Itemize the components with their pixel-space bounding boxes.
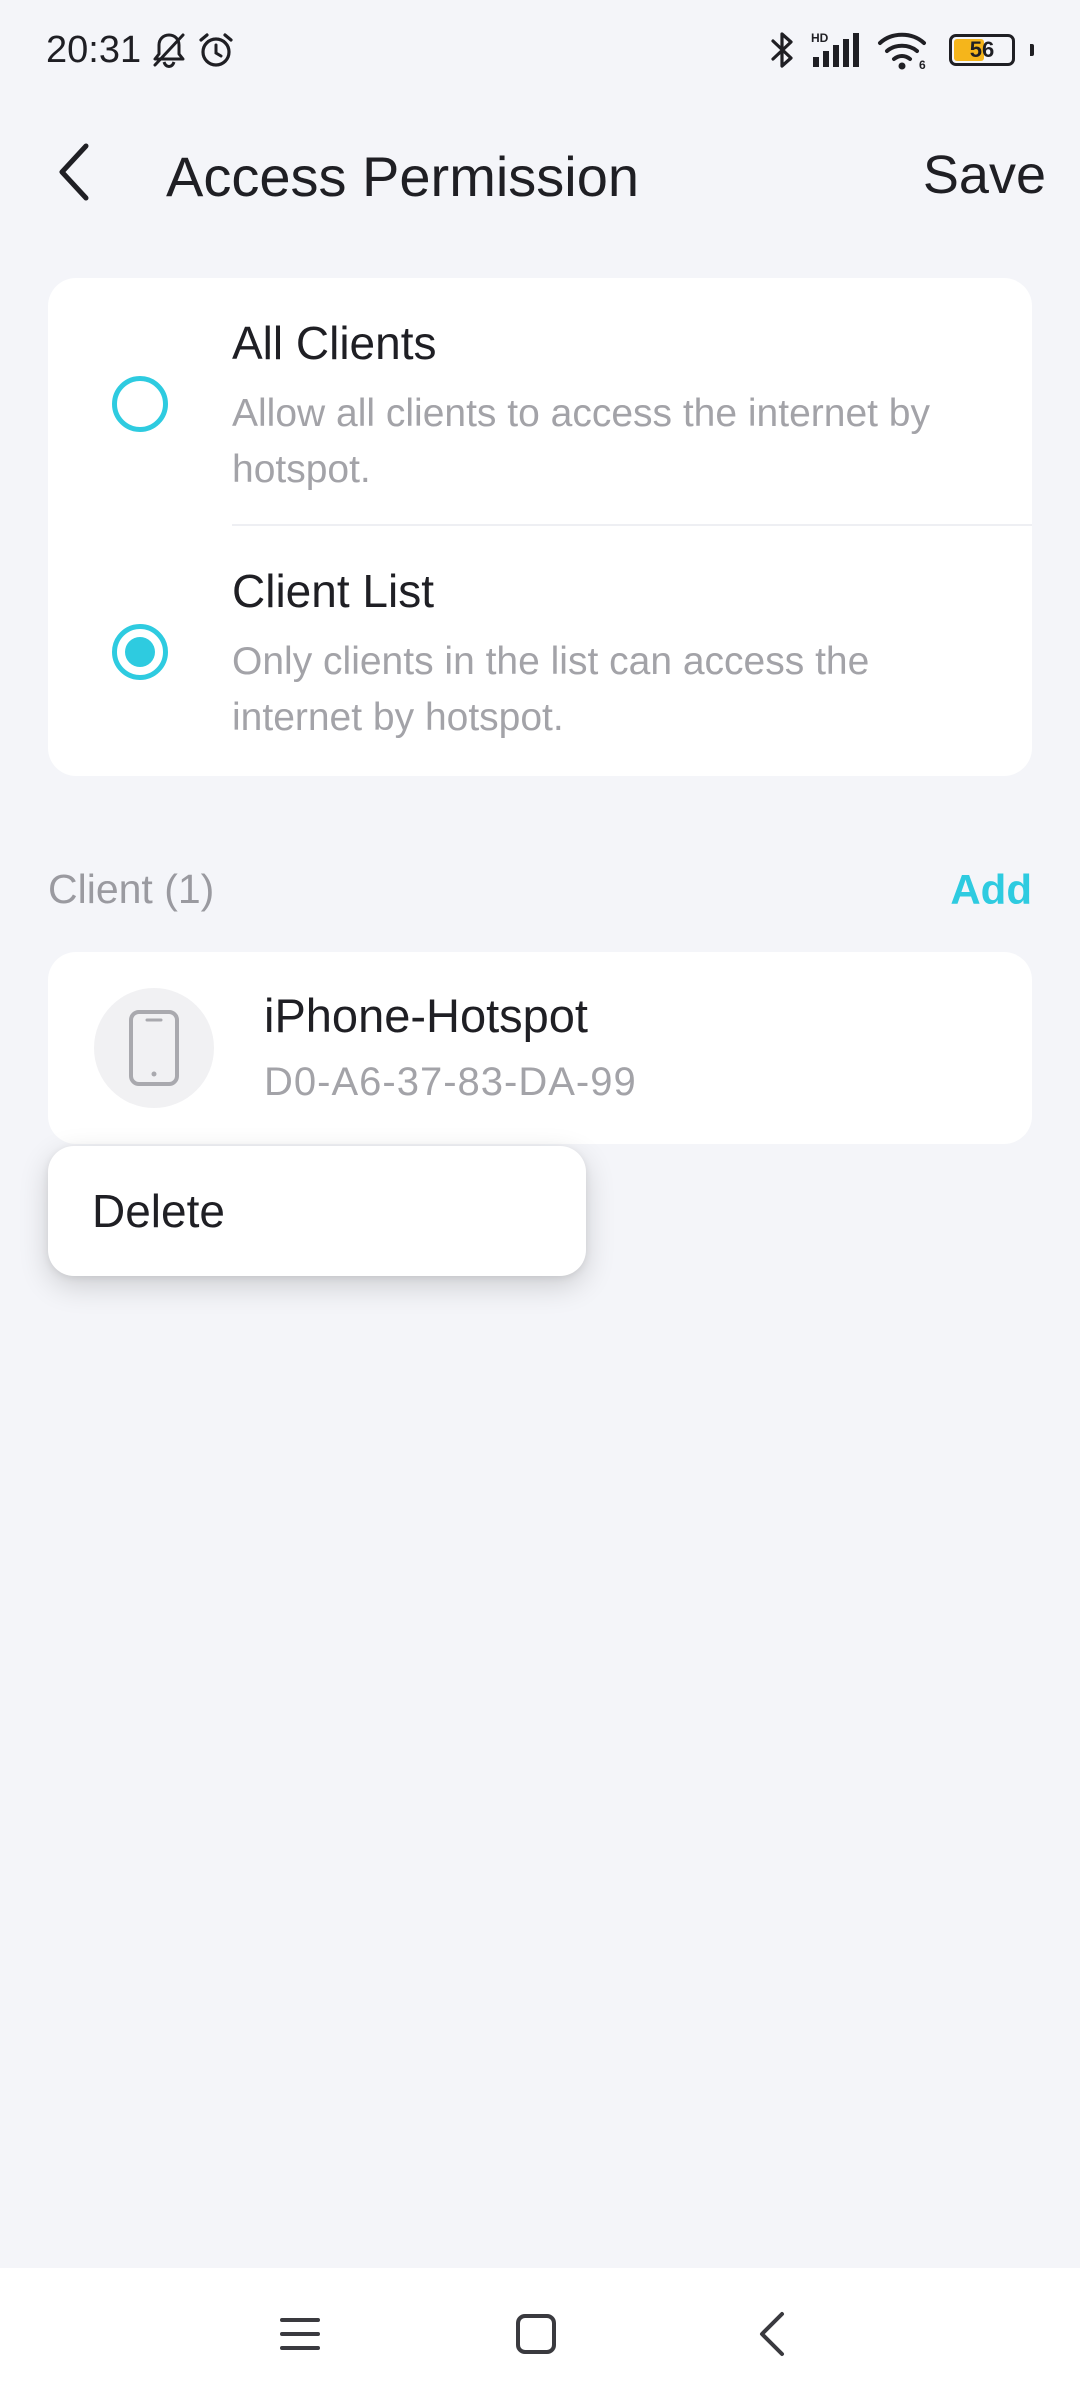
client-avatar <box>94 988 214 1108</box>
save-button[interactable]: Save <box>923 144 1046 206</box>
back-button[interactable] <box>44 142 104 202</box>
page-title: Access Permission <box>166 145 640 208</box>
signal-badge: HD <box>811 31 829 45</box>
status-right: HD 6 56 <box>767 30 1034 70</box>
status-bar: 20:31 HD 6 56 <box>0 0 1080 100</box>
app-header: Access Permission Save <box>0 120 1080 224</box>
system-nav-bar <box>0 2268 1080 2400</box>
delete-menu-item[interactable]: Delete <box>92 1184 225 1238</box>
back-icon[interactable] <box>742 2304 802 2364</box>
access-options-card: All Clients Allow all clients to access … <box>48 278 1032 776</box>
menu-icon[interactable] <box>270 2304 330 2364</box>
option-title: All Clients <box>232 317 437 369</box>
battery-icon: 56 <box>949 34 1015 66</box>
chevron-left-icon <box>59 143 89 201</box>
battery-cap <box>1030 44 1034 56</box>
bluetooth-icon <box>767 30 797 70</box>
wifi-badge: 6 <box>919 58 926 70</box>
section-title: Client (1) <box>48 866 215 912</box>
context-menu: Delete <box>48 1146 586 1276</box>
client-list-item[interactable]: iPhone-Hotspot D0-A6-37-83-DA-99 <box>48 952 1032 1144</box>
option-description: Allow all clients to access the internet… <box>232 392 931 491</box>
battery-level: 56 <box>969 37 995 62</box>
radio-selected-dot <box>125 637 155 667</box>
bell-off-icon <box>151 31 187 69</box>
alarm-icon <box>197 31 235 69</box>
add-client-button[interactable]: Add <box>950 866 1032 914</box>
phone-icon <box>129 1010 179 1086</box>
option-all-clients[interactable]: All Clients Allow all clients to access … <box>48 278 1032 526</box>
status-left: 20:31 <box>46 29 235 72</box>
wifi-icon: 6 <box>877 30 929 70</box>
client-name: iPhone-Hotspot <box>264 989 588 1042</box>
option-client-list[interactable]: Client List Only clients in the list can… <box>48 526 1032 766</box>
radio-all-clients[interactable] <box>112 376 168 432</box>
client-mac: D0-A6-37-83-DA-99 <box>264 1060 637 1104</box>
signal-icon: HD <box>811 30 863 70</box>
status-time: 20:31 <box>46 28 142 71</box>
option-title: Client List <box>232 565 434 617</box>
home-icon[interactable] <box>506 2304 566 2364</box>
radio-client-list[interactable] <box>112 624 168 680</box>
option-description: Only clients in the list can access the … <box>232 640 870 739</box>
client-section-header: Client (1) Add <box>48 860 1032 920</box>
